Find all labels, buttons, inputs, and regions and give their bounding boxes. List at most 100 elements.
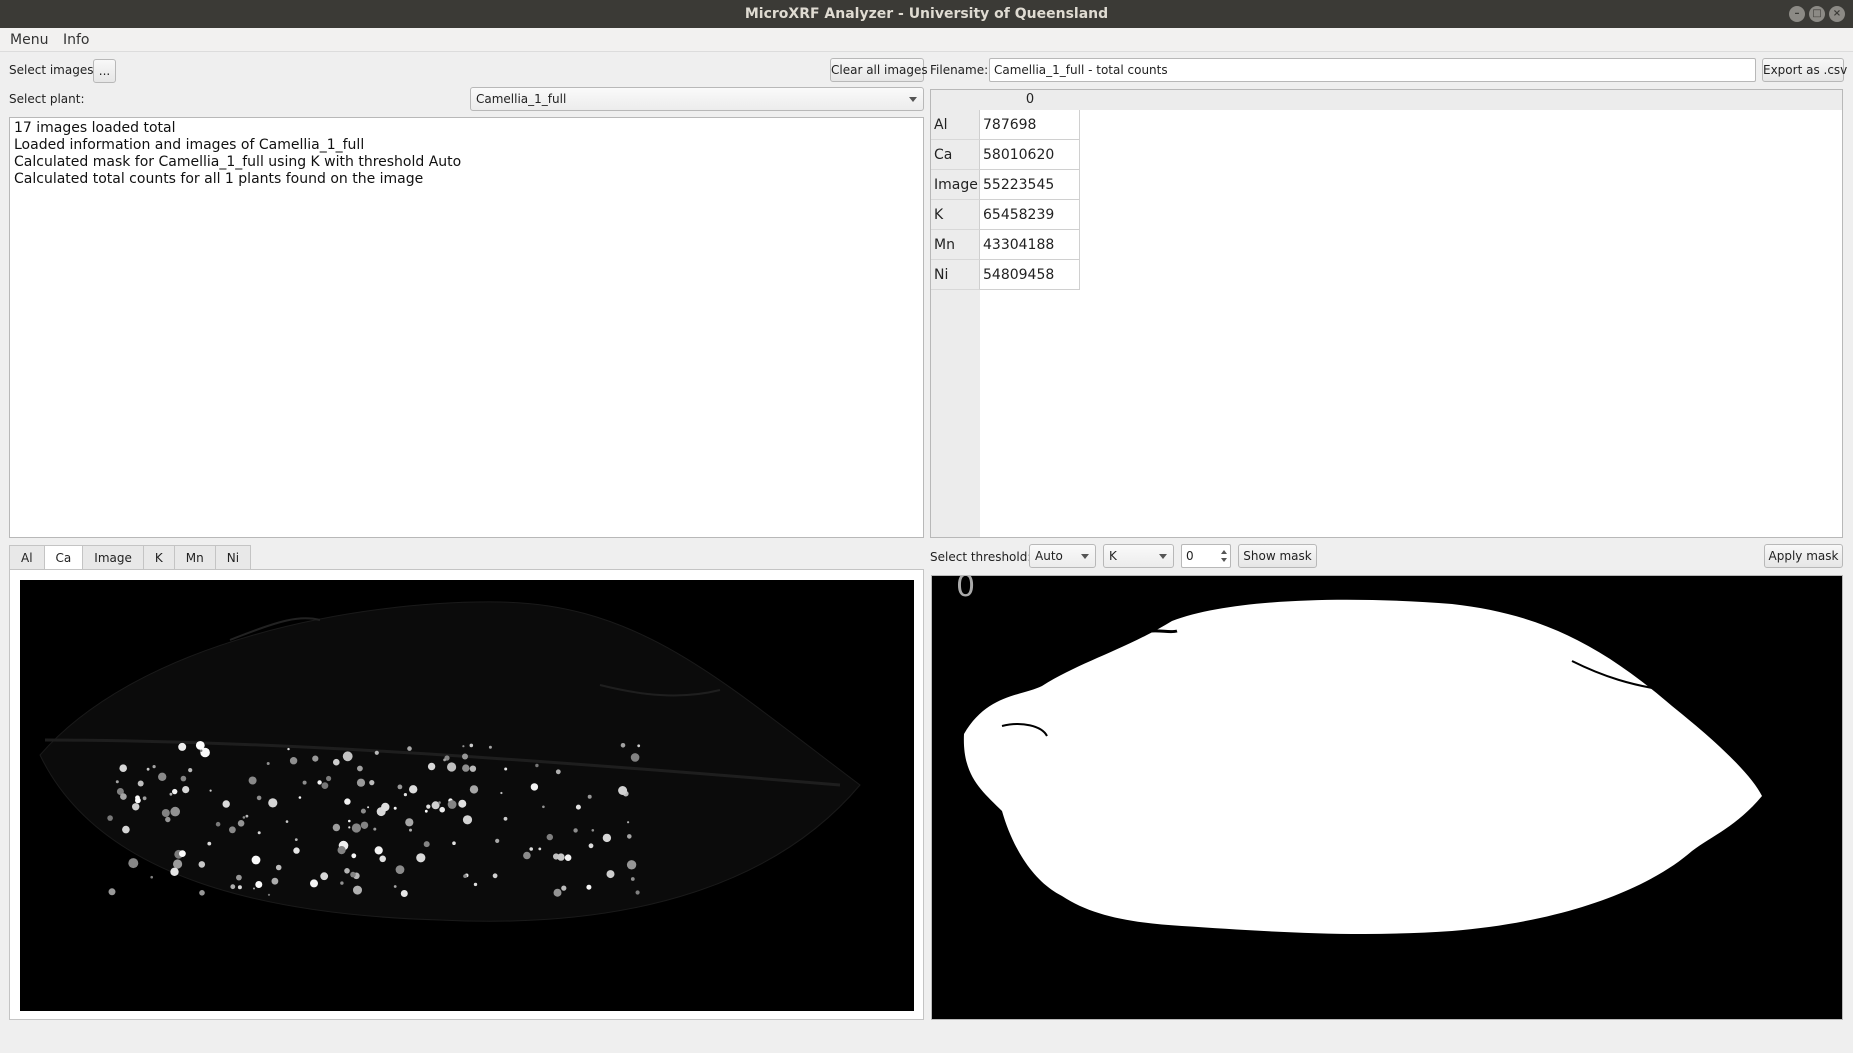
- tab-al[interactable]: Al: [9, 545, 44, 570]
- ca-hotspot: [369, 780, 375, 786]
- threshold-value-spinbox[interactable]: 0: [1181, 544, 1231, 568]
- ca-hotspot: [340, 881, 344, 885]
- table-row: Al 787698: [931, 110, 1080, 140]
- tab-image[interactable]: Image: [82, 545, 143, 570]
- ca-hotspot: [344, 798, 351, 805]
- clear-all-images-button[interactable]: Clear all images: [830, 58, 928, 82]
- menu-item-info[interactable]: Info: [63, 28, 90, 52]
- ca-hotspot: [553, 888, 562, 897]
- ca-hotspot: [215, 821, 221, 827]
- ca-hotspot: [188, 768, 193, 773]
- show-mask-button[interactable]: Show mask: [1238, 544, 1317, 568]
- ca-hotspot: [180, 775, 187, 782]
- row-header[interactable]: Al: [931, 110, 980, 140]
- tab-mn[interactable]: Mn: [173, 545, 215, 570]
- minimize-icon[interactable]: –: [1789, 6, 1805, 22]
- ca-hotspot: [287, 747, 290, 751]
- ca-hotspot: [492, 873, 498, 879]
- ca-hotspot: [115, 780, 119, 784]
- spin-up-icon[interactable]: [1221, 550, 1227, 554]
- ca-hotspot: [198, 861, 206, 868]
- threshold-element-select[interactable]: K: [1103, 544, 1174, 568]
- ca-hotspot: [152, 765, 156, 769]
- ca-hotspot: [172, 788, 178, 795]
- ca-hotspot: [317, 780, 322, 785]
- ca-hotspot: [135, 795, 140, 801]
- ca-hotspot: [356, 778, 366, 787]
- ca-hotspot: [462, 764, 470, 772]
- row-header[interactable]: Mn: [931, 230, 980, 260]
- ca-hotspot: [426, 804, 431, 809]
- tab-ca[interactable]: Ca: [43, 545, 83, 570]
- ca-hotspot: [321, 782, 329, 789]
- ca-hotspot: [182, 786, 190, 794]
- row-header[interactable]: K: [931, 200, 980, 230]
- ca-hotspot: [381, 802, 390, 812]
- ca-hotspot: [523, 851, 531, 860]
- row-header[interactable]: Image: [931, 170, 980, 200]
- ca-hotspot: [473, 882, 478, 887]
- ca-hotspot: [158, 772, 167, 781]
- ca-hotspot: [107, 815, 113, 821]
- ca-hotspot: [416, 853, 426, 863]
- ca-hotspot: [255, 881, 263, 888]
- plant-select[interactable]: Camellia_1_full: [470, 87, 924, 111]
- row-header[interactable]: Ni: [931, 260, 980, 290]
- element-tabs: Al Ca Image K Mn Ni: [9, 545, 252, 570]
- mask-image: 0: [931, 575, 1843, 1020]
- tab-k[interactable]: K: [142, 545, 174, 570]
- ca-hotspot: [393, 885, 397, 888]
- ca-hotspot: [207, 841, 212, 846]
- ca-hotspot: [637, 744, 641, 748]
- log-output[interactable]: 17 images loaded total Loaded informatio…: [9, 117, 924, 538]
- ca-hotspot: [348, 819, 351, 823]
- tab-ni[interactable]: Ni: [214, 545, 252, 570]
- ca-hotspot: [443, 758, 446, 762]
- window-controls: – □ ×: [1789, 6, 1845, 22]
- table-cell[interactable]: 58010620: [980, 140, 1080, 170]
- menu-item-menu[interactable]: Menu: [10, 28, 48, 52]
- browse-images-button[interactable]: ...: [93, 59, 116, 83]
- export-csv-button[interactable]: Export as .csv: [1762, 58, 1847, 82]
- apply-mask-button[interactable]: Apply mask: [1764, 544, 1843, 568]
- ca-hotspot: [165, 816, 171, 823]
- spin-down-icon[interactable]: [1221, 558, 1227, 562]
- ca-hotspot: [351, 853, 357, 859]
- table-cell[interactable]: 43304188: [980, 230, 1080, 260]
- plant-select-value: Camellia_1_full: [476, 92, 567, 106]
- threshold-mode-select[interactable]: Auto: [1029, 544, 1096, 568]
- ca-hotspot: [397, 784, 403, 790]
- element-map-image: [20, 580, 914, 1011]
- table-cell[interactable]: 55223545: [980, 170, 1080, 200]
- maximize-icon[interactable]: □: [1809, 6, 1825, 22]
- ca-hotspot: [128, 858, 139, 869]
- ca-hotspot: [289, 757, 298, 765]
- column-header[interactable]: 0: [980, 90, 1080, 110]
- ca-hotspot: [348, 826, 351, 829]
- ca-hotspot: [627, 834, 632, 839]
- ca-hotspot: [620, 743, 626, 748]
- table-cell[interactable]: 787698: [980, 110, 1080, 140]
- close-icon[interactable]: ×: [1829, 6, 1845, 22]
- ca-hotspot: [360, 821, 369, 829]
- row-header[interactable]: Ca: [931, 140, 980, 170]
- table-cell[interactable]: 65458239: [980, 200, 1080, 230]
- ca-hotspot: [310, 879, 318, 888]
- ca-hotspot: [403, 793, 407, 797]
- ca-hotspot: [462, 815, 473, 825]
- ca-hotspot: [500, 791, 503, 795]
- ca-hotspot: [293, 847, 300, 854]
- ca-hotspot: [606, 870, 615, 879]
- counts-table[interactable]: 0 Al 787698 Ca 58010620 Image 55223545 K…: [930, 89, 1843, 538]
- ca-hotspot: [178, 742, 187, 751]
- ca-hotspot: [374, 750, 379, 755]
- ca-hotspot: [257, 831, 261, 835]
- filename-input[interactable]: Camellia_1_full - total counts: [989, 58, 1756, 82]
- ca-hotspot: [230, 884, 236, 890]
- ca-hotspot: [627, 821, 630, 824]
- ca-hotspot: [439, 806, 446, 813]
- ca-hotspot: [427, 762, 436, 771]
- table-cell[interactable]: 54809458: [980, 260, 1080, 290]
- ca-hotspot: [546, 833, 553, 841]
- ca-hotspot: [409, 828, 412, 832]
